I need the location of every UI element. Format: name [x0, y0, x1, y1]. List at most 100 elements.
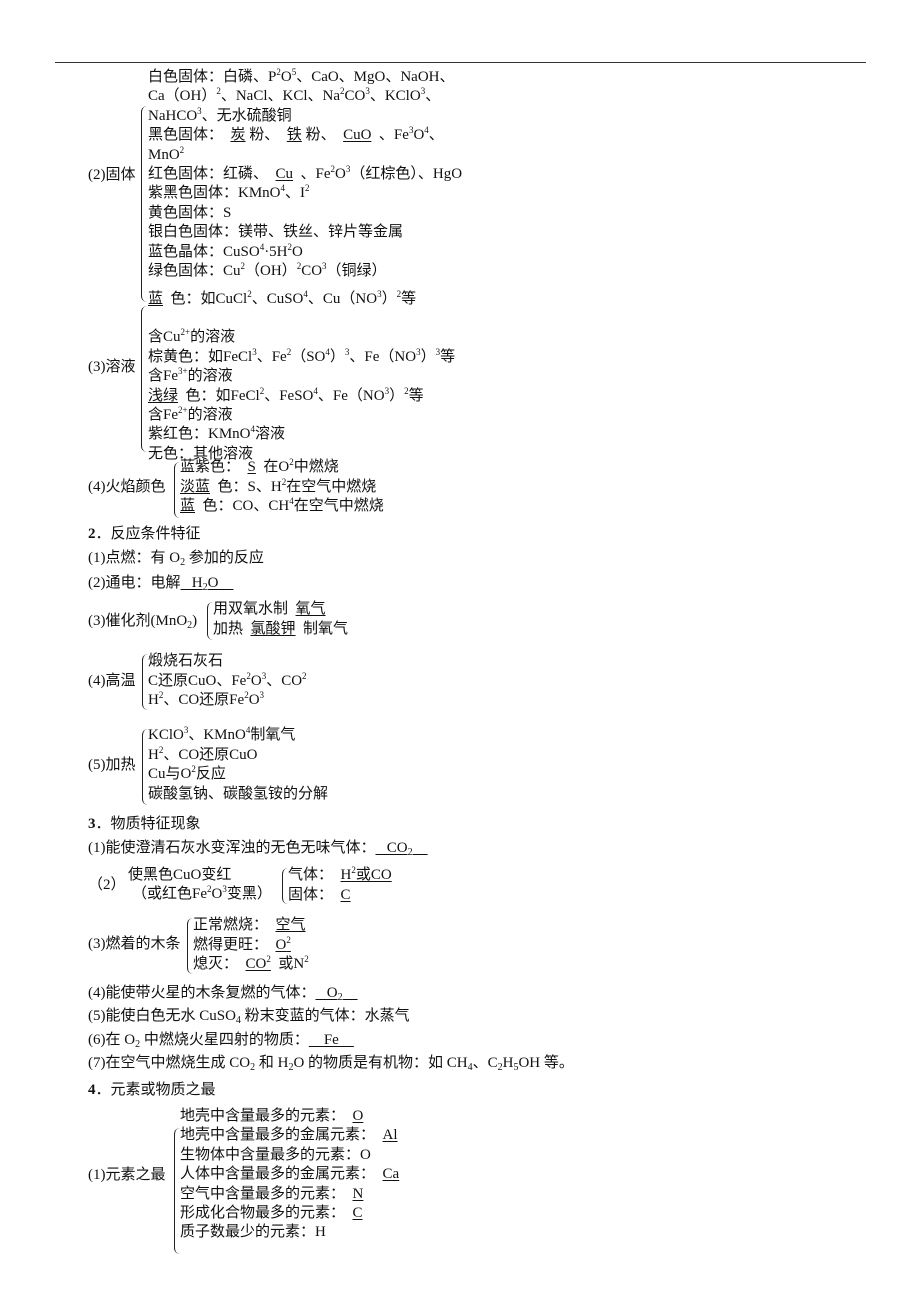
superscript: 3: [344, 346, 350, 357]
answer-blank: 浅绿: [148, 387, 179, 404]
text-line: 含Cu2+的溶液: [148, 327, 236, 346]
subscript: 2: [187, 620, 193, 631]
superscript: 3: [435, 346, 441, 357]
answer-blank: S: [247, 459, 256, 475]
text-line: Ca（OH）2、NaCl、KCl、Na2CO3、KClO3、: [148, 86, 441, 105]
text-line: 形成化合物最多的元素： C: [180, 1205, 363, 1221]
answer-blank: C: [340, 886, 351, 903]
superscript: 2: [247, 289, 252, 299]
superscript: 3: [377, 289, 382, 299]
section-number: 3: [88, 816, 96, 832]
q3-label: (3)燃着的木条: [88, 936, 181, 952]
superscript: 2: [351, 865, 356, 875]
text-line: NaHCO3、无水硫酸铜: [148, 105, 292, 124]
superscript: 3: [197, 105, 202, 116]
subscript: 4: [467, 1062, 473, 1073]
subscript: 2: [288, 1062, 294, 1073]
superscript: 2: [259, 385, 265, 396]
text-line: 用双氧水制 氧气: [213, 601, 326, 617]
superscript: 2: [179, 144, 185, 155]
superscript: 4: [424, 125, 429, 136]
solid-label: (2)固体: [88, 167, 136, 183]
superscript: 2: [287, 241, 293, 252]
section-4-heading: 4．元素或物质之最: [88, 1082, 216, 1098]
text-line: H2、CO还原Fe2O3: [148, 690, 265, 709]
text-line: 气体： H2或CO: [288, 865, 392, 884]
text-line: 蓝 色：CO、CH4在空气中燃烧: [180, 496, 384, 515]
text-line: 淡蓝 色：S、H2在空气中燃烧: [180, 476, 377, 495]
text-line: KClO3、KMnO4制氧气: [148, 725, 296, 744]
text-line: 含Fe2+的溶液: [148, 405, 233, 424]
superscript: 2: [302, 670, 307, 681]
superscript: 2: [304, 954, 309, 964]
superscript: 2+: [178, 405, 188, 415]
answer-blank: 蓝: [148, 291, 164, 307]
superscript: 2: [244, 690, 249, 700]
text-line: C还原CuO、Fe2O3、CO2: [148, 670, 307, 689]
superscript: 2: [191, 764, 196, 774]
subscript: 2: [180, 557, 186, 568]
text-line: 蓝 色：如CuCl2、CuSO4、Cu（NO3）2等: [148, 289, 417, 308]
text-line: 绿色固体：Cu2（OH）2CO3（铜绿）: [148, 261, 387, 280]
subscript: 2: [250, 1062, 256, 1073]
superscript: 3+: [178, 366, 188, 377]
answer-blank: CO2: [245, 954, 271, 973]
answer-blank: CuO: [343, 127, 372, 144]
text-line: H2、CO还原CuO: [148, 744, 258, 763]
superscript: 2: [289, 457, 294, 467]
text-line: 紫红色：KMnO4溶液: [148, 424, 286, 443]
answer-blank: 氯酸钾: [250, 621, 296, 637]
ignite-line: (1)点燃：有 O2 参加的反应: [88, 550, 264, 568]
subscript: 2: [497, 1062, 503, 1073]
superscript: 3: [384, 385, 390, 396]
superscript: 4: [325, 346, 330, 357]
q7-line: (7)在空气中燃烧生成 CO2 和 H2O 的物质是有机物：如 CH4、C2H5…: [88, 1055, 574, 1073]
text-line: 棕黄色：如FeCl3、Fe2（SO4）3、Fe（NO3）3等: [148, 346, 456, 365]
text-line: 蓝色晶体：CuSO4·5H2O: [148, 241, 303, 260]
superscript: 2: [305, 183, 310, 194]
text-line: 燃得更旺： O2: [193, 934, 291, 953]
answer-blank: 氧气: [295, 601, 326, 617]
text-line: 红色固体：红磷、 Cu 、Fe2O3（红棕色）、HgO: [148, 164, 463, 183]
superscript: 4: [313, 385, 318, 396]
subscript: 2: [202, 582, 208, 593]
q2-num: （2）: [88, 877, 126, 893]
q1-line: (1)能使澄清石灰水变浑浊的无色无味气体： CO2: [88, 839, 428, 858]
answer-blank: C: [352, 1205, 363, 1221]
superscript: 4: [259, 241, 265, 252]
solution-label: (3)溶液: [88, 359, 136, 375]
superscript: 2+: [180, 327, 191, 338]
superscript: 3: [183, 725, 189, 735]
text-line: 碳酸氢钠、碳酸氢铵的分解: [148, 785, 329, 802]
q2-cond1: 使黑色CuO变红: [128, 867, 232, 883]
superscript: 4: [303, 289, 308, 299]
superscript: 2: [296, 261, 302, 271]
superscript: 3: [322, 261, 327, 271]
header-rule: [55, 62, 866, 63]
superscript: 5: [291, 67, 297, 77]
text-line: 人体中含量最多的金属元素： Ca: [180, 1166, 400, 1183]
section-number: 2: [88, 526, 96, 542]
text-line: 煅烧石灰石: [148, 653, 224, 669]
text-line: 地壳中含量最多的金属元素： Al: [180, 1127, 398, 1144]
subscript: 2: [135, 1039, 141, 1050]
catalyst-label: (3)催化剂(MnO2): [88, 613, 198, 631]
superscript: 2: [396, 289, 402, 299]
answer-blank: N: [352, 1185, 364, 1202]
text-line: 生物体中含量最多的元素：O: [180, 1146, 371, 1163]
superscript: 3: [222, 884, 227, 894]
superscript: 3: [365, 86, 370, 97]
text-line: 紫黑色固体：KMnO4、I2: [148, 183, 310, 202]
superscript: 2: [240, 261, 246, 271]
answer-blank: Cu: [275, 166, 294, 182]
q5-line: (5)能使白色无水 CuSO4 粉末变蓝的气体：水蒸气: [88, 1008, 410, 1026]
text-line: 蓝紫色： S 在O2中燃烧: [180, 457, 339, 476]
answer-blank: Fe: [308, 1032, 354, 1048]
text-line: 固体： C: [288, 886, 351, 903]
section-number: 4: [88, 1082, 96, 1098]
text-line: 熄灭： CO2 或N2: [193, 954, 309, 973]
answer-blank: O2: [315, 985, 343, 1003]
elements-label: (1)元素之最: [88, 1167, 166, 1183]
q6-line: (6)在 O2 中燃烧火星四射的物质： Fe: [88, 1032, 354, 1050]
superscript: 2: [340, 86, 345, 97]
